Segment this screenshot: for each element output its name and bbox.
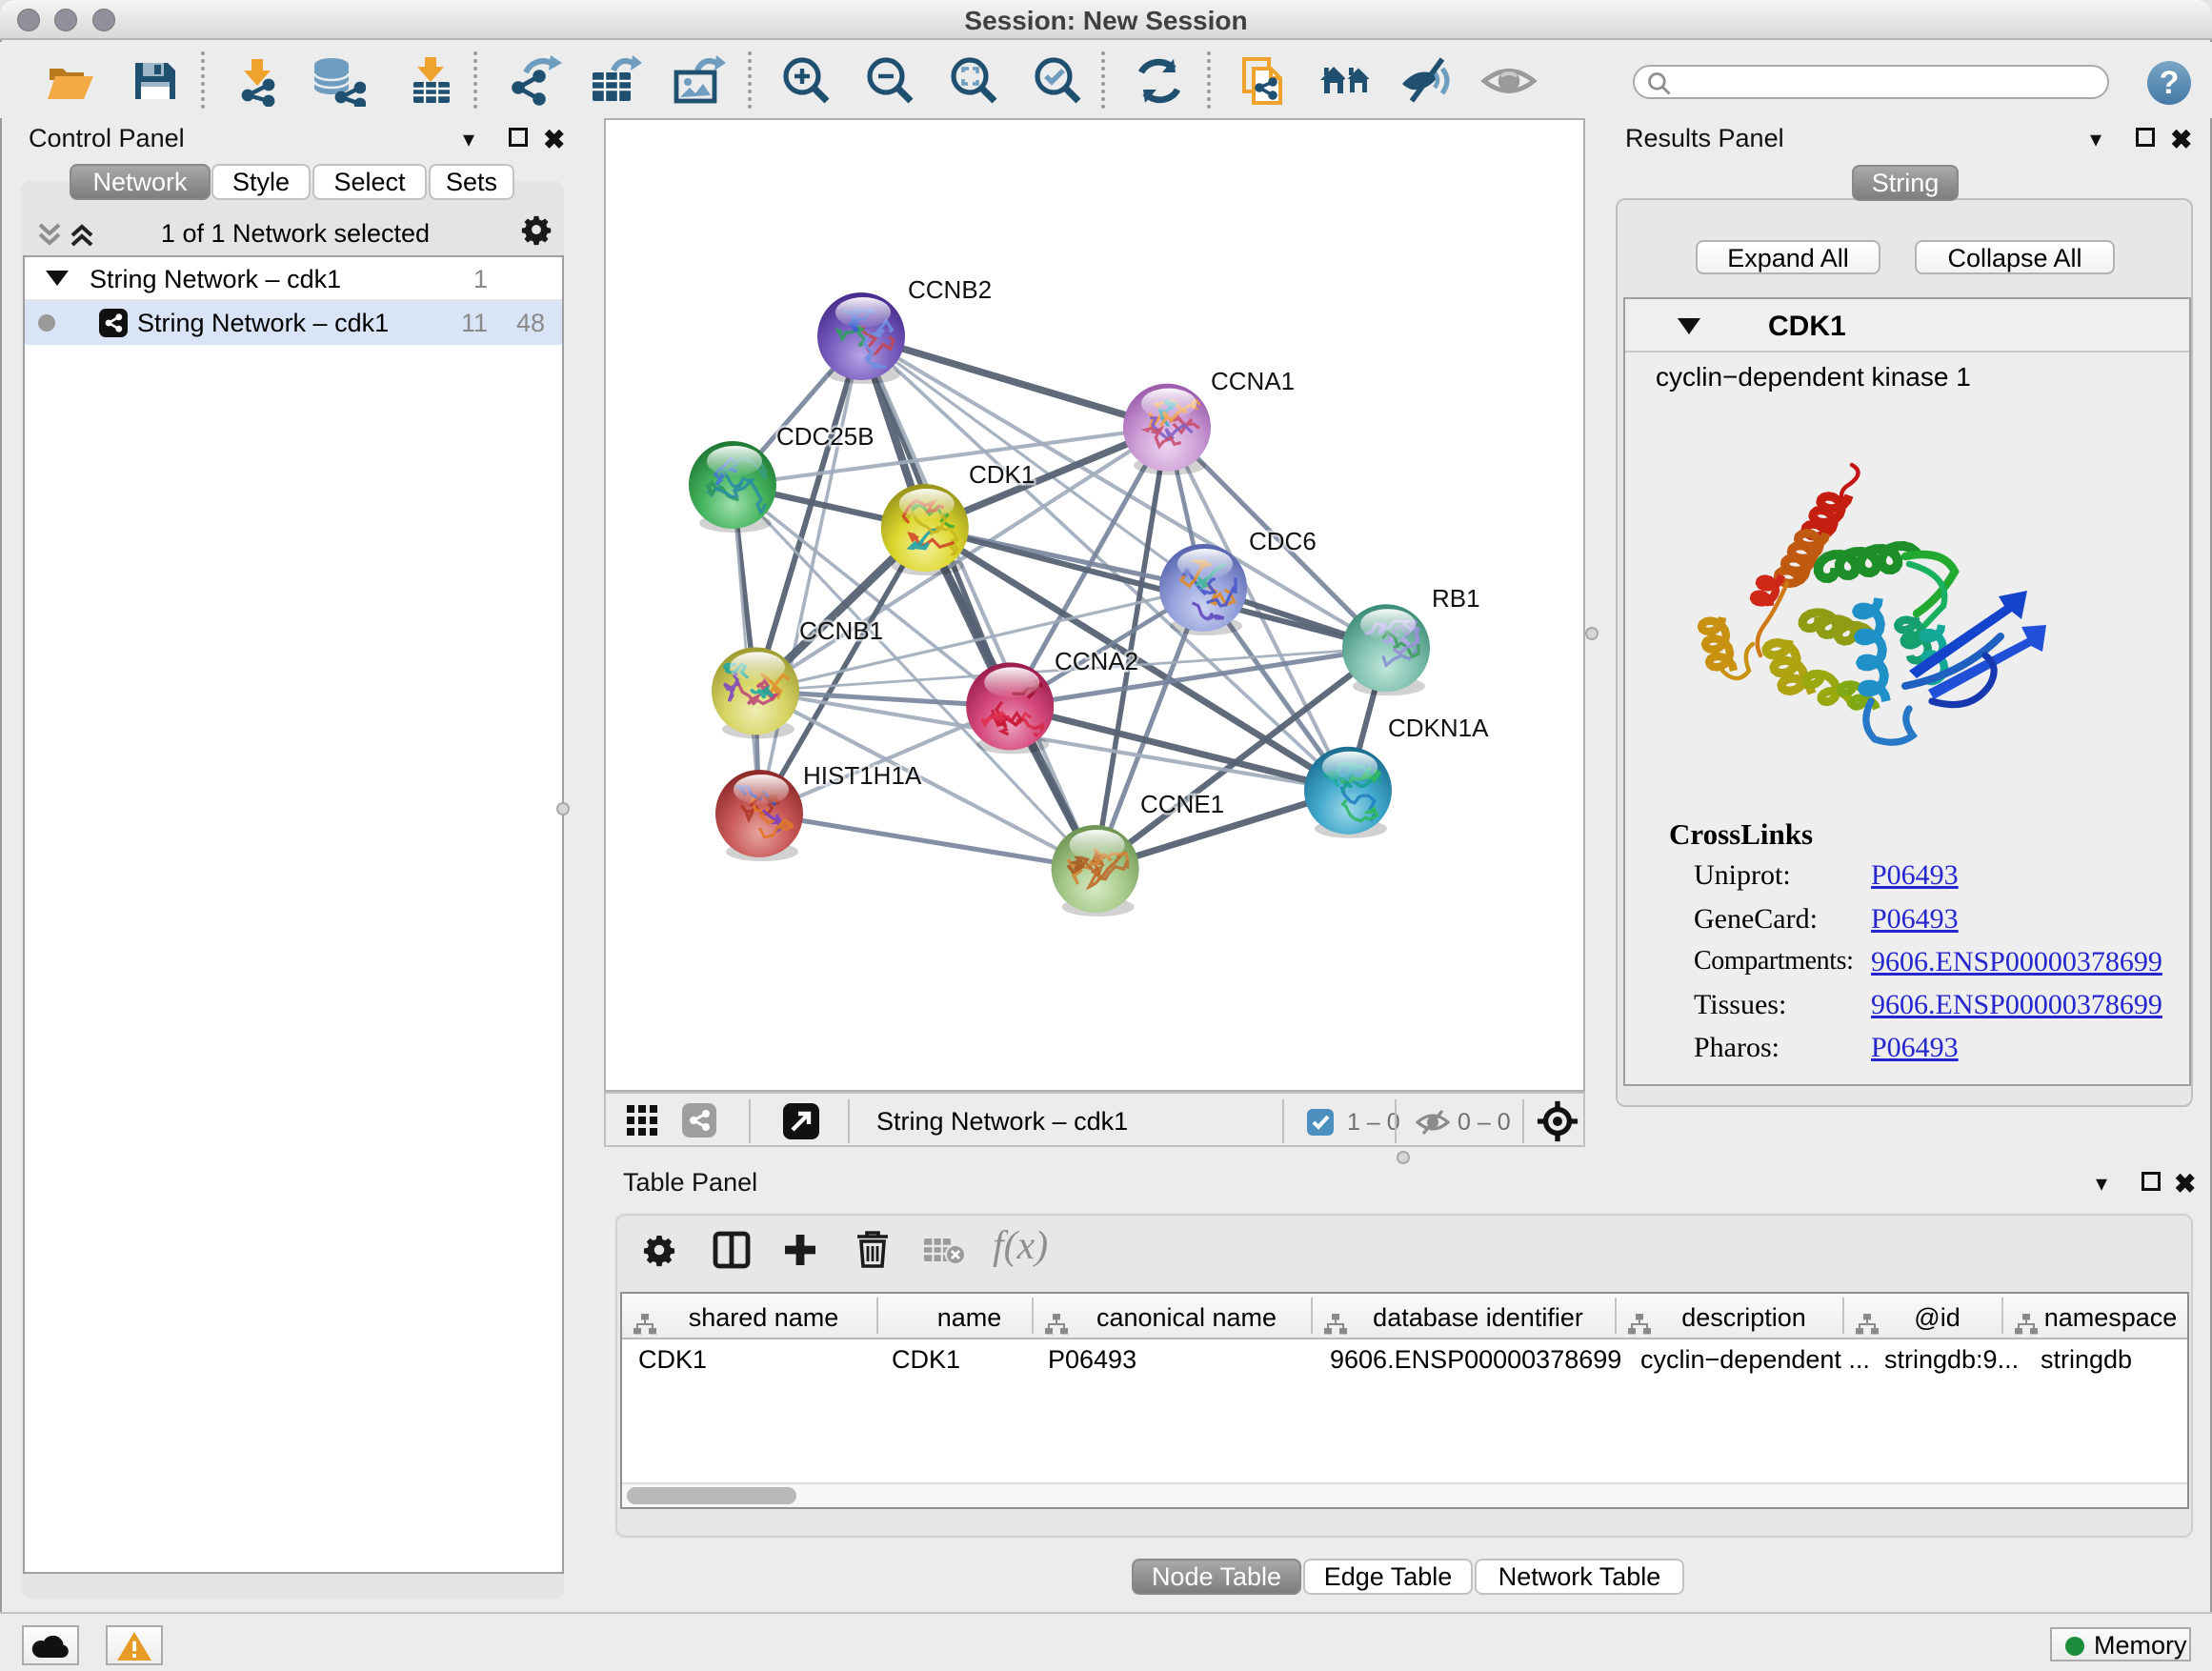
svg-text:CDKN1A: CDKN1A [1388, 714, 1489, 742]
svg-text:CDK1: CDK1 [969, 460, 1035, 489]
svg-text:CCNA2: CCNA2 [1055, 647, 1138, 675]
svg-text:HIST1H1A: HIST1H1A [803, 761, 922, 790]
svg-text:CCNE1: CCNE1 [1140, 790, 1224, 818]
svg-text:CDC6: CDC6 [1249, 527, 1317, 555]
svg-text:RB1: RB1 [1432, 584, 1480, 613]
svg-text:CDC25B: CDC25B [776, 422, 875, 451]
svg-text:CCNA1: CCNA1 [1211, 367, 1295, 395]
svg-text:CCNB1: CCNB1 [799, 616, 883, 645]
svg-text:CCNB2: CCNB2 [908, 275, 992, 304]
